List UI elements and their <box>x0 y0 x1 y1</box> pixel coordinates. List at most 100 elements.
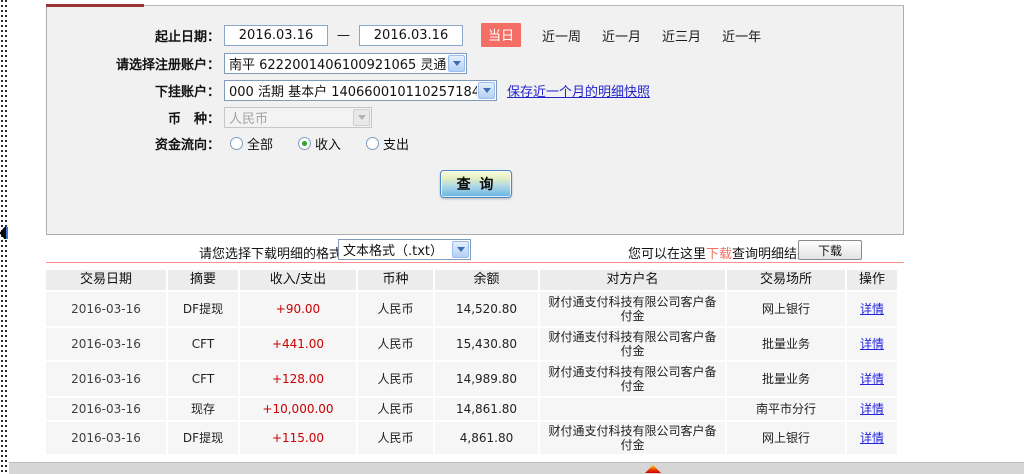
range-month-link[interactable]: 近一月 <box>602 26 641 45</box>
range-week-link[interactable]: 近一周 <box>542 26 581 45</box>
separator-line <box>46 262 904 263</box>
page: 起止日期： — 当日 近一周 近一月 近三月 近一年 请选择注册账户： 南平 6… <box>0 0 1024 474</box>
currency-value: 人民币 <box>229 111 269 127</box>
download-format-select[interactable]: 文本格式（.txt） <box>338 239 471 260</box>
col-header-venue: 交易场所 <box>727 270 845 290</box>
table-row: 2016-03-16 CFT +441.00 人民币 15,430.80 财付通… <box>46 328 897 360</box>
table-row: 2016-03-16 DF提现 +90.00 人民币 14,520.80 财付通… <box>46 292 897 326</box>
chevron-down-icon <box>448 54 465 72</box>
date-range-label: 起止日期： <box>154 29 220 45</box>
cell-balance: 4,861.80 <box>435 422 538 454</box>
cell-summary: DF提现 <box>168 422 238 454</box>
cell-date: 2016-03-16 <box>46 362 166 396</box>
loading-accent-bar <box>46 4 144 7</box>
cell-counterparty <box>540 398 725 420</box>
detail-link[interactable]: 详情 <box>860 337 884 351</box>
range-today-badge[interactable]: 当日 <box>481 23 522 47</box>
date-dash: — <box>337 27 350 43</box>
detail-link[interactable]: 详情 <box>860 372 884 386</box>
cell-venue: 批量业务 <box>727 362 845 396</box>
table-header-row: 交易日期 摘要 收入/支出 币种 余额 对方户名 交易场所 操作 <box>46 270 897 290</box>
detail-link[interactable]: 详情 <box>860 402 884 416</box>
range-year-link[interactable]: 近一年 <box>722 26 761 45</box>
table-row: 2016-03-16 DF提现 +115.00 人民币 4,861.80 财付通… <box>46 422 897 454</box>
end-date-input[interactable] <box>359 24 463 46</box>
cell-balance: 14,989.80 <box>435 362 538 396</box>
cell-amount: +90.00 <box>240 292 356 326</box>
direction-all-radio[interactable]: 全部 <box>230 134 273 153</box>
transactions-table: 交易日期 摘要 收入/支出 币种 余额 对方户名 交易场所 操作 2016-03… <box>46 270 897 456</box>
cell-date: 2016-03-16 <box>46 422 166 454</box>
sub-account-label: 下挂账户： <box>154 84 220 100</box>
cell-balance: 15,430.80 <box>435 328 538 360</box>
date-range-row: 起止日期： — 当日 近一周 近一月 近三月 近一年 <box>46 23 761 47</box>
dotted-texture <box>1 0 3 474</box>
range-quarter-link[interactable]: 近三月 <box>662 26 701 45</box>
currency-row: 币 种： 人民币 <box>46 106 372 128</box>
col-header-counterparty: 对方户名 <box>540 270 725 290</box>
cell-amount: +115.00 <box>240 422 356 454</box>
radio-icon <box>230 136 243 150</box>
cell-venue: 南平市分行 <box>727 398 845 420</box>
detail-link[interactable]: 详情 <box>860 431 884 445</box>
fund-direction-row: 资金流向： 全部 收入 支出 <box>46 132 409 154</box>
query-button[interactable]: 查 询 <box>440 170 512 198</box>
col-header-summary: 摘要 <box>168 270 238 290</box>
cell-counterparty: 财付通支付科技有限公司客户备付金 <box>540 328 725 360</box>
download-format-label: 请您选择下载明细的格式 <box>199 247 343 262</box>
cell-balance: 14,861.80 <box>435 398 538 420</box>
detail-link[interactable]: 详情 <box>860 302 884 316</box>
chevron-down-icon <box>452 241 469 258</box>
cell-date: 2016-03-16 <box>46 292 166 326</box>
cell-balance: 14,520.80 <box>435 292 538 326</box>
fund-direction-label: 资金流向： <box>154 137 220 153</box>
cell-action: 详情 <box>847 328 897 360</box>
direction-income-label: 收入 <box>315 137 342 153</box>
col-header-date: 交易日期 <box>46 270 166 290</box>
cell-date: 2016-03-16 <box>46 398 166 420</box>
radio-icon <box>366 136 380 150</box>
chevron-down-icon <box>353 108 370 126</box>
cell-action: 详情 <box>847 422 897 454</box>
direction-income-radio[interactable]: 收入 <box>298 134 341 153</box>
col-header-balance: 余额 <box>435 270 538 290</box>
sub-account-row: 下挂账户： 000 活期 基本户 1406600101102571848 保存近… <box>46 79 650 101</box>
cell-venue: 批量业务 <box>727 328 845 360</box>
cell-summary: 现存 <box>168 398 238 420</box>
cell-currency: 人民币 <box>358 422 433 454</box>
chevron-down-icon <box>478 81 495 99</box>
cell-amount: +10,000.00 <box>240 398 356 420</box>
download-hint-prefix: 您可以在这里 <box>628 247 707 262</box>
registered-account-value: 南平 6222001406100921065 灵通卡 <box>229 57 447 73</box>
cell-currency: 人民币 <box>358 398 433 420</box>
registered-account-row: 请选择注册账户： 南平 6222001406100921065 灵通卡 <box>46 52 467 74</box>
sub-account-select[interactable]: 000 活期 基本户 1406600101102571848 <box>224 79 497 101</box>
cell-currency: 人民币 <box>358 292 433 326</box>
table-row: 2016-03-16 现存 +10,000.00 人民币 14,861.80 南… <box>46 398 897 420</box>
direction-all-label: 全部 <box>247 137 274 153</box>
download-hint: 您可以在这里下载查询明细结果 <box>628 243 810 262</box>
alert-arrow-icon <box>645 465 661 473</box>
save-snapshot-link[interactable]: 保存近一个月的明细快照 <box>507 81 650 100</box>
cell-counterparty: 财付通支付科技有限公司客户备付金 <box>540 362 725 396</box>
download-button[interactable]: 下载 <box>798 240 862 260</box>
direction-expense-label: 支出 <box>383 137 410 153</box>
cell-amount: +128.00 <box>240 362 356 396</box>
table-row: 2016-03-16 CFT +128.00 人民币 14,989.80 财付通… <box>46 362 897 396</box>
direction-expense-radio[interactable]: 支出 <box>366 134 409 153</box>
cell-counterparty: 财付通支付科技有限公司客户备付金 <box>540 422 725 454</box>
cell-date: 2016-03-16 <box>46 328 166 360</box>
registered-account-label: 请选择注册账户： <box>115 57 220 73</box>
cell-currency: 人民币 <box>358 328 433 360</box>
registered-account-select[interactable]: 南平 6222001406100921065 灵通卡 <box>224 52 467 74</box>
col-header-currency: 币种 <box>358 270 433 290</box>
col-header-action: 操作 <box>847 270 897 290</box>
start-date-input[interactable] <box>224 24 328 46</box>
download-inline-link[interactable]: 下载 <box>706 247 732 262</box>
cell-summary: CFT <box>168 328 238 360</box>
cell-action: 详情 <box>847 398 897 420</box>
radio-checked-icon <box>298 136 312 150</box>
download-format-value: 文本格式（.txt） <box>343 244 444 259</box>
currency-select: 人民币 <box>224 106 372 128</box>
cell-amount: +441.00 <box>240 328 356 360</box>
